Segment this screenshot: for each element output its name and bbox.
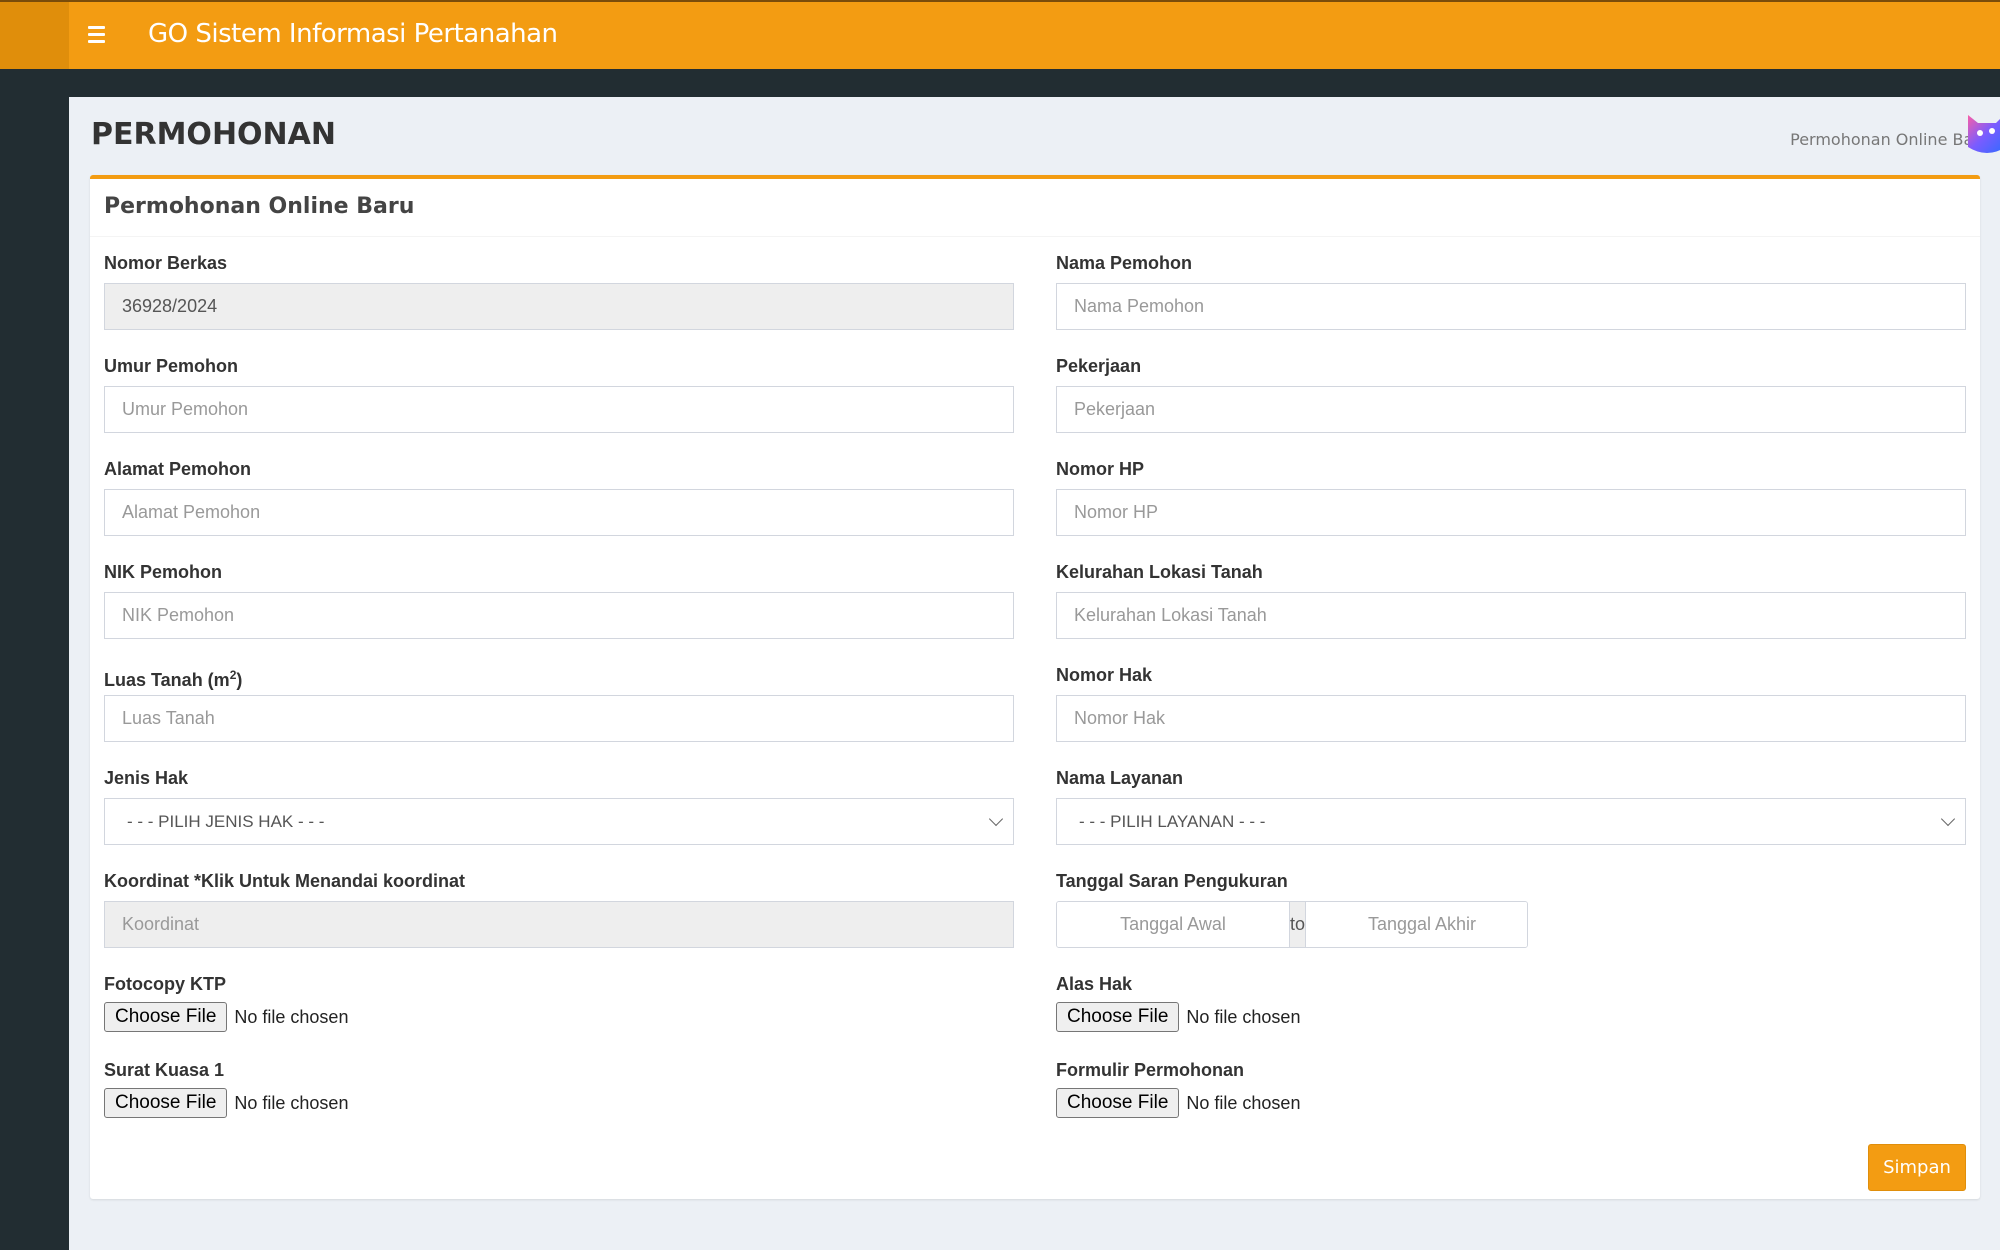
sidebar (0, 69, 69, 1250)
luas-tanah-input[interactable] (104, 695, 1014, 742)
label-nomor-hp: Nomor HP (1056, 459, 1145, 479)
pekerjaan-input[interactable] (1056, 386, 1966, 433)
field-nomor-berkas: Nomor Berkas (104, 251, 1014, 330)
label-nama-pemohon: Nama Pemohon (1056, 253, 1193, 273)
fotocopy-ktp-file-status: No file chosen (234, 1006, 349, 1027)
nama-layanan-selected: - - - PILIH LAYANAN - - - (1079, 811, 1266, 831)
formulir-file-input: Choose File No file chosen (1056, 1088, 1966, 1118)
label-nama-layanan: Nama Layanan (1056, 768, 1184, 788)
surat-kuasa-file-input: Choose File No file chosen (104, 1088, 1014, 1118)
tanggal-awal-input[interactable] (1057, 902, 1289, 947)
field-tanggal-saran: Tanggal Saran Pengukuran to (1056, 869, 1966, 948)
chevron-down-icon (988, 811, 1004, 826)
alas-hak-choose-file-button[interactable]: Choose File (1056, 1002, 1180, 1032)
label-luas-tanah-text: Luas Tanah (m (104, 670, 230, 690)
fotocopy-ktp-file-input: Choose File No file chosen (104, 1002, 1014, 1032)
breadcrumb[interactable]: Permohonan Online Baru (1790, 130, 1990, 149)
label-kelurahan: Kelurahan Lokasi Tanah (1056, 562, 1263, 582)
nomor-hp-input[interactable] (1056, 489, 1966, 536)
fotocopy-ktp-choose-file-button[interactable]: Choose File (104, 1002, 228, 1032)
label-alamat-pemohon: Alamat Pemohon (104, 459, 252, 479)
label-alas-hak: Alas Hak (1056, 974, 1133, 994)
field-luas-tanah: Luas Tanah (m2) (104, 663, 1014, 742)
field-kelurahan: Kelurahan Lokasi Tanah (1056, 560, 1966, 639)
field-koordinat: Koordinat *Klik Untuk Menandai koordinat (104, 869, 1014, 948)
label-umur-pemohon: Umur Pemohon (104, 356, 239, 376)
alas-hak-file-input: Choose File No file chosen (1056, 1002, 1966, 1032)
hamburger-icon[interactable] (88, 22, 110, 46)
form-box: Permohonan Online Baru Nomor Berkas Umur… (90, 175, 1980, 1199)
jenis-hak-selected: - - - PILIH JENIS HAK - - - (127, 811, 325, 831)
field-jenis-hak: Jenis Hak - - - PILIH JENIS HAK - - - (104, 766, 1014, 845)
field-nama-pemohon: Nama Pemohon (1056, 251, 1966, 330)
nomor-hak-input[interactable] (1056, 695, 1966, 742)
logo-area (0, 2, 69, 69)
box-header: Permohonan Online Baru (90, 179, 1980, 237)
alas-hak-file-status: No file chosen (1186, 1006, 1301, 1027)
field-pekerjaan: Pekerjaan (1056, 354, 1966, 433)
kelurahan-input[interactable] (1056, 592, 1966, 639)
label-nomor-hak: Nomor Hak (1056, 665, 1153, 685)
label-nomor-berkas: Nomor Berkas (104, 253, 228, 273)
label-luas-tanah: Luas Tanah (m2) (104, 663, 1014, 690)
field-surat-kuasa: Surat Kuasa 1 Choose File No file chosen (104, 1058, 1014, 1118)
label-luas-tanah-end: ) (236, 670, 243, 690)
umur-pemohon-input[interactable] (104, 386, 1014, 433)
field-alamat-pemohon: Alamat Pemohon (104, 457, 1014, 536)
field-formulir: Formulir Permohonan Choose File No file … (1056, 1058, 1966, 1118)
label-fotocopy-ktp: Fotocopy KTP (104, 974, 226, 994)
nik-pemohon-input[interactable] (104, 592, 1014, 639)
mascot-icon[interactable] (1962, 107, 2000, 157)
field-nama-layanan: Nama Layanan - - - PILIH LAYANAN - - - (1056, 766, 1966, 845)
chevron-down-icon (1940, 811, 1956, 826)
label-nik-pemohon: NIK Pemohon (104, 562, 223, 582)
jenis-hak-select[interactable]: - - - PILIH JENIS HAK - - - (104, 798, 1014, 845)
box-title: Permohonan Online Baru (104, 194, 415, 219)
app-title: GO Sistem Informasi Pertanahan (148, 19, 558, 49)
label-surat-kuasa: Surat Kuasa 1 (104, 1060, 225, 1080)
alamat-pemohon-input[interactable] (104, 489, 1014, 536)
nama-pemohon-input[interactable] (1056, 283, 1966, 330)
label-pekerjaan: Pekerjaan (1056, 356, 1142, 376)
content-wrapper: PERMOHONAN Permohonan Online Baru Permoh… (69, 97, 2000, 1250)
field-nik-pemohon: NIK Pemohon (104, 560, 1014, 639)
top-navbar: GO Sistem Informasi Pertanahan (0, 0, 2000, 69)
label-formulir: Formulir Permohonan (1056, 1060, 1245, 1080)
nomor-berkas-input[interactable] (104, 283, 1014, 330)
date-range-picker: to (1056, 901, 1528, 948)
save-button[interactable]: Simpan (1868, 1144, 1966, 1191)
surat-kuasa-choose-file-button[interactable]: Choose File (104, 1088, 228, 1118)
date-range-separator: to (1289, 902, 1307, 947)
label-jenis-hak: Jenis Hak (104, 768, 189, 788)
field-alas-hak: Alas Hak Choose File No file chosen (1056, 972, 1966, 1032)
tanggal-akhir-input[interactable] (1306, 902, 1527, 947)
field-nomor-hp: Nomor HP (1056, 457, 1966, 536)
label-tanggal-saran: Tanggal Saran Pengukuran (1056, 871, 1288, 891)
formulir-choose-file-button[interactable]: Choose File (1056, 1088, 1180, 1118)
label-koordinat: Koordinat *Klik Untuk Menandai koordinat (104, 871, 466, 891)
page-title: PERMOHONAN (91, 117, 336, 152)
field-umur-pemohon: Umur Pemohon (104, 354, 1014, 433)
formulir-file-status: No file chosen (1186, 1092, 1301, 1113)
field-fotocopy-ktp: Fotocopy KTP Choose File No file chosen (104, 972, 1014, 1032)
field-nomor-hak: Nomor Hak (1056, 663, 1966, 742)
koordinat-input[interactable] (104, 901, 1014, 948)
nama-layanan-select[interactable]: - - - PILIH LAYANAN - - - (1056, 798, 1966, 845)
surat-kuasa-file-status: No file chosen (234, 1092, 349, 1113)
